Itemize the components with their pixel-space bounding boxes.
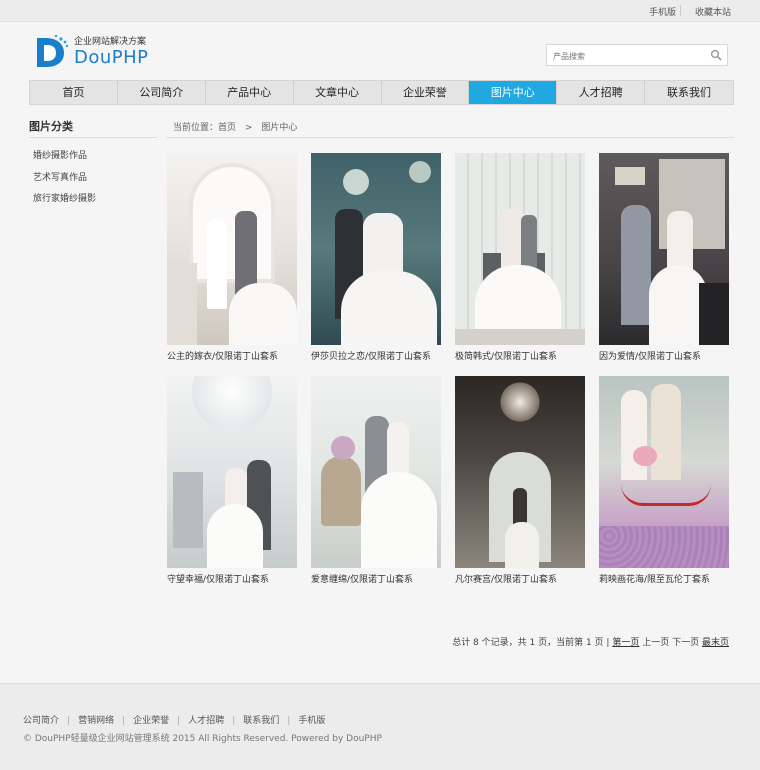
sidebar-category-list: 婚纱摄影作品 艺术写真作品 旅行家婚纱摄影 [33,148,96,213]
gallery-photo[interactable] [167,153,297,345]
site-logo[interactable]: 企业网站解决方案 DouPHP [34,33,154,69]
gallery-item[interactable]: 极简韩式/仅限诺丁山套系 [455,153,585,362]
gallery-photo[interactable] [311,153,441,345]
pagination-first[interactable]: 第一页 [612,638,639,648]
gallery-caption[interactable]: 守望幸福/仅限诺丁山套系 [167,572,297,585]
gallery-caption[interactable]: 爱意缠绵/仅限诺丁山套系 [311,572,441,585]
main-nav: 首页 公司简介 产品中心 文章中心 企业荣誉 图片中心 人才招聘 联系我们 [29,80,734,105]
footer-link-about[interactable]: 公司简介 [23,716,59,726]
pagination-prev: 上一页 [642,638,670,648]
gallery-caption[interactable]: 伊莎贝拉之恋/仅限诺丁山套系 [311,349,441,362]
search-input[interactable] [553,50,703,62]
gallery-photo[interactable] [311,376,441,568]
nav-gallery[interactable]: 图片中心 [469,81,558,104]
footer: 公司简介 | 营销网络 | 企业荣誉 | 人才招聘 | 联系我们 | 手机版 © DouPHP轻量级… [0,683,760,770]
gallery-item[interactable]: 公主的嫁衣/仅限诺丁山套系 [167,153,297,362]
footer-links: 公司简介 | 营销网络 | 企业荣誉 | 人才招聘 | 联系我们 | 手机版 [23,713,325,726]
gallery-item[interactable]: 伊莎贝拉之恋/仅限诺丁山套系 [311,153,441,362]
breadcrumb-divider [166,137,734,138]
nav-honors[interactable]: 企业荣誉 [382,81,470,104]
footer-divider: | [122,716,126,726]
top-bar: 手机版 收藏本站 [0,0,760,22]
search-box [546,44,728,66]
gallery-item[interactable]: 因为爱情/仅限诺丁山套系 [599,153,729,362]
footer-divider: | [177,716,181,726]
footer-link-jobs[interactable]: 人才招聘 [188,716,224,726]
logo-brand: DouPHP [74,47,149,68]
nav-about[interactable]: 公司简介 [118,81,206,104]
bookmark-link[interactable]: 收藏本站 [695,5,731,18]
gallery-caption[interactable]: 极简韩式/仅限诺丁山套系 [455,349,585,362]
breadcrumb: 当前位置：首页 > 图片中心 [173,120,303,133]
nav-jobs[interactable]: 人才招聘 [557,81,646,104]
gallery-photo[interactable] [599,153,729,345]
footer-divider: | [67,716,71,726]
nav-home[interactable]: 首页 [30,81,118,104]
gallery-photo[interactable] [455,376,585,568]
footer-divider: | [232,716,236,726]
gallery-item[interactable]: 守望幸福/仅限诺丁山套系 [167,376,297,585]
sidebar-item-portrait[interactable]: 艺术写真作品 [33,170,96,192]
breadcrumb-separator: > [244,123,253,133]
gallery-caption[interactable]: 凡尔赛宫/仅限诺丁山套系 [455,572,585,585]
sidebar-title: 图片分类 [29,120,73,133]
nav-products[interactable]: 产品中心 [206,81,294,104]
pagination-summary: 总计 8 个记录，共 1 页，当前第 1 页 | [452,638,610,648]
footer-divider: | [287,716,291,726]
gallery-item[interactable]: 凡尔赛宫/仅限诺丁山套系 [455,376,585,585]
copyright: © DouPHP轻量级企业网站管理系统 2015 All Rights Rese… [23,734,382,744]
gallery-photo[interactable] [455,153,585,345]
gallery-caption[interactable]: 莉映画花海/限至瓦伦丁套系 [599,572,729,585]
breadcrumb-current: 图片中心 [261,123,298,133]
mobile-link[interactable]: 手机版 [649,5,676,18]
sidebar-item-wedding[interactable]: 婚纱摄影作品 [33,148,96,170]
gallery-photo[interactable] [599,376,729,568]
breadcrumb-home[interactable]: 当前位置：首页 [173,123,236,133]
pagination-last[interactable]: 最末页 [702,638,729,648]
pagination: 总计 8 个记录，共 1 页，当前第 1 页 | 第一页 上一页 下一页 最末页 [452,635,729,648]
footer-link-mobile[interactable]: 手机版 [298,716,325,726]
gallery-caption[interactable]: 公主的嫁衣/仅限诺丁山套系 [167,349,297,362]
logo-tagline: 企业网站解决方案 [74,37,147,47]
gallery-item[interactable]: 爱意缠绵/仅限诺丁山套系 [311,376,441,585]
gallery-photo[interactable] [167,376,297,568]
logo-d-icon [37,34,69,67]
top-bar-divider [680,5,681,16]
search-icon[interactable] [710,49,722,61]
gallery-item[interactable]: 莉映画花海/限至瓦伦丁套系 [599,376,729,585]
footer-link-honors[interactable]: 企业荣誉 [133,716,169,726]
footer-link-contact[interactable]: 联系我们 [243,716,279,726]
gallery-caption[interactable]: 因为爱情/仅限诺丁山套系 [599,349,729,362]
pagination-next: 下一页 [672,638,700,648]
sidebar-divider [29,137,157,138]
sidebar-item-travel[interactable]: 旅行家婚纱摄影 [33,191,96,213]
footer-link-network[interactable]: 营销网络 [78,716,114,726]
nav-contact[interactable]: 联系我们 [645,81,733,104]
nav-articles[interactable]: 文章中心 [294,81,382,104]
